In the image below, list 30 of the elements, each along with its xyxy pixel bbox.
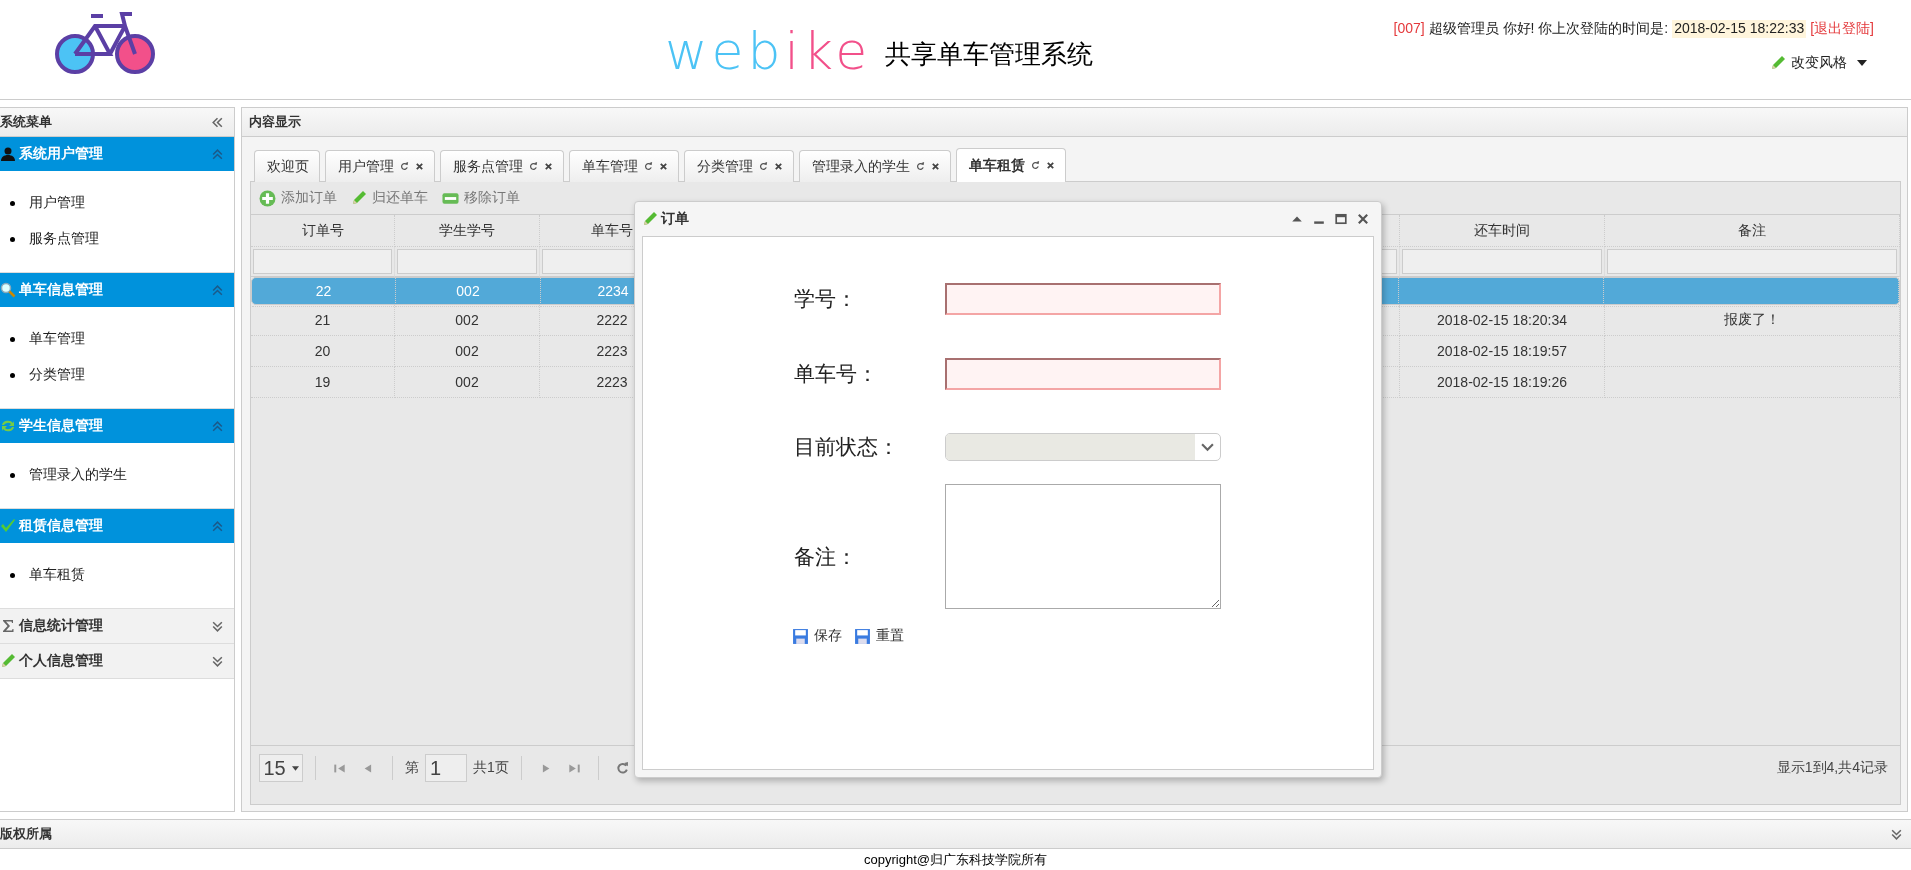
table-cell: 002 — [455, 312, 479, 328]
table-cell: 2222 — [596, 312, 628, 328]
page-label: 第 — [405, 759, 419, 777]
table-cell: 002 — [456, 282, 480, 299]
copyright-text: copyright@归广东科技学院所有 — [864, 850, 1047, 869]
field-label: 备注： — [794, 543, 858, 570]
table-cell: 20 — [314, 343, 331, 359]
table-cell: 2223 — [596, 374, 628, 390]
app-title: 共享单车管理系统 — [885, 39, 1094, 71]
table-cell: 2234 — [597, 282, 629, 299]
table-cell: 002 — [455, 374, 479, 390]
last-login-time: 2018-02-15 18:22:33 — [1672, 20, 1807, 38]
sidebar-title: 系统菜单 — [0, 113, 52, 131]
logo-text: web ike — [665, 22, 872, 80]
table-cell: 2018-02-15 18:19:57 — [1437, 343, 1567, 359]
footer-title: 版权所属 — [0, 825, 52, 843]
greeting-text: 超级管理员 你好! 你上次登陆的时间是: — [1428, 20, 1669, 38]
table-cell: 报废了！ — [1724, 311, 1780, 329]
table-cell: 2018-02-15 18:19:26 — [1437, 374, 1567, 390]
table-cell: 19 — [314, 374, 331, 390]
page-total: 共1页 — [473, 759, 509, 777]
table-cell: 21 — [314, 312, 331, 328]
table-cell: 22 — [315, 282, 332, 299]
record-summary: 显示1到4,共4记录 — [1776, 759, 1888, 777]
user-id: [007] — [1393, 20, 1425, 38]
table-cell: 002 — [455, 343, 479, 359]
table-cell: 2223 — [596, 343, 628, 359]
content-title: 内容显示 — [249, 113, 301, 131]
field-label: 目前状态： — [794, 434, 900, 460]
table-cell: 2018-02-15 18:20:34 — [1437, 312, 1567, 328]
